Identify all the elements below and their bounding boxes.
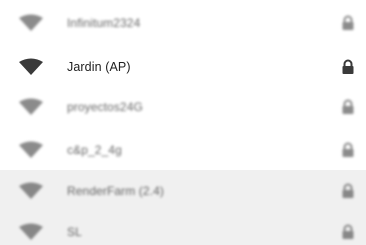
lock-icon xyxy=(341,224,355,240)
network-ssid: Infinitum2324 xyxy=(67,15,141,30)
wifi-network-list: Infinitum2324 Jardin (AP) proyectos24G c… xyxy=(0,0,366,245)
network-row-proyectos24g[interactable]: proyectos24G xyxy=(0,86,366,127)
network-ssid: proyectos24G xyxy=(67,99,143,114)
wifi-signal-icon xyxy=(18,98,44,116)
network-ssid: SL xyxy=(67,224,82,239)
lock-icon xyxy=(341,142,355,158)
lock-icon xyxy=(341,99,355,115)
network-ssid: c&p_2_4g xyxy=(67,142,122,157)
lock-icon xyxy=(341,15,355,31)
wifi-signal-icon xyxy=(18,182,44,200)
network-row-cp-2-4g[interactable]: c&p_2_4g xyxy=(0,129,366,170)
network-row-jardin-ap[interactable]: Jardin (AP) xyxy=(0,46,366,87)
wifi-signal-icon xyxy=(18,141,44,159)
wifi-signal-icon xyxy=(18,14,44,32)
network-ssid: RenderFarm (2.4) xyxy=(67,183,164,198)
network-ssid: Jardin (AP) xyxy=(67,59,131,74)
wifi-signal-icon xyxy=(18,58,44,76)
network-row-sl[interactable]: SL xyxy=(0,211,366,245)
network-row-renderfarm-2-4[interactable]: RenderFarm (2.4) xyxy=(0,170,366,211)
lock-icon xyxy=(341,59,355,75)
lock-icon xyxy=(341,183,355,199)
wifi-signal-icon xyxy=(18,223,44,241)
network-row-infinitum2324[interactable]: Infinitum2324 xyxy=(0,2,366,43)
